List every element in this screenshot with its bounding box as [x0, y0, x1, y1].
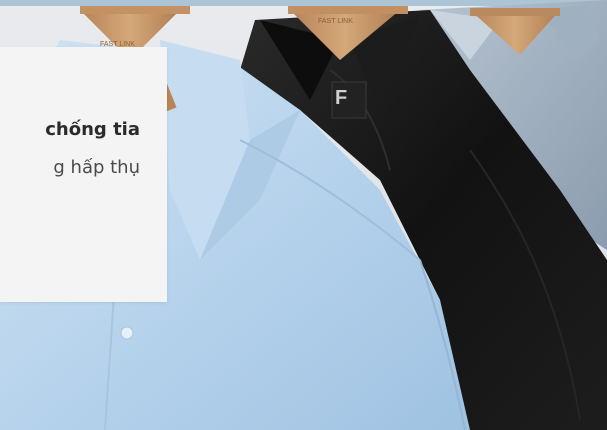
shirt-button	[120, 326, 134, 340]
feature-text-card: chống tia g hấp thụ	[0, 47, 167, 302]
collar-label-text: F	[335, 87, 347, 109]
hanger-logo-text-middle: FAST LINK	[318, 18, 353, 25]
card-body-text: g hấp thụ	[53, 157, 140, 178]
card-heading: chống tia	[45, 119, 140, 140]
